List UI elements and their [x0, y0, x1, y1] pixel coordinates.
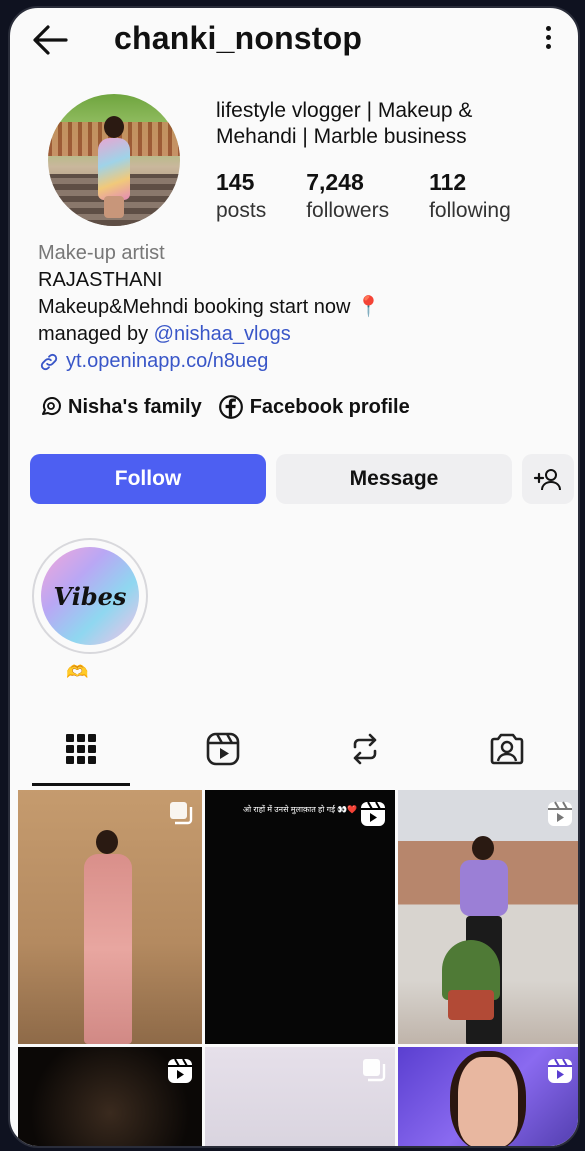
reels-icon [206, 732, 240, 766]
stat-number: 145 [216, 169, 255, 195]
tagged-icon [490, 733, 524, 765]
highlight-cover-text: Vibes [53, 581, 127, 611]
reposts-icon [353, 733, 377, 765]
profile-actions: Follow Message [30, 454, 574, 504]
chip-label: Facebook profile [249, 395, 410, 418]
bio-line: RAJASTHANI [38, 269, 163, 291]
tab-reposts[interactable] [294, 710, 436, 788]
post-thumbnail[interactable] [18, 790, 202, 1044]
highlight-label: 🫶 [66, 662, 89, 682]
profile-avatar[interactable] [48, 94, 180, 226]
stat-label: following [429, 199, 511, 222]
tab-posts[interactable] [10, 710, 152, 788]
message-button[interactable]: Message [276, 454, 512, 504]
post-thumbnail[interactable] [398, 790, 578, 1044]
tab-reels[interactable] [152, 710, 294, 788]
profile-link[interactable]: yt.openinapp.co/n8ueg [38, 348, 381, 375]
post-thumbnail[interactable] [205, 1047, 395, 1146]
profile-bio: Make-up artist RAJASTHANI Makeup&Mehndi … [38, 240, 381, 375]
reel-icon [548, 801, 572, 826]
highlight-cover: Vibes [41, 547, 139, 645]
stat-number: 7,248 [306, 169, 364, 195]
stat-followers[interactable]: 7,248 followers [306, 168, 389, 226]
threads-chip[interactable]: Nisha's family [38, 395, 202, 419]
facebook-chip[interactable]: Facebook profile [218, 394, 410, 420]
reel-icon [548, 1058, 572, 1083]
stat-number: 112 [429, 169, 467, 195]
stat-label: followers [306, 199, 390, 222]
bio-managed-by: managed by @nishaa_vlogs [38, 321, 381, 348]
post-thumbnail[interactable] [398, 1047, 578, 1146]
profile-username: chanki_nonstop [114, 20, 363, 56]
more-options-icon[interactable] [538, 22, 558, 56]
story-highlight[interactable]: Vibes [32, 538, 148, 654]
profile-headline: lifestyle vlogger | Makeup & Mehandi | M… [216, 98, 566, 150]
threads-icon [42, 397, 61, 416]
reel-icon [361, 801, 385, 826]
profile-chips: Nisha's family Facebook profile [38, 394, 426, 420]
link-icon [40, 353, 58, 370]
post-thumbnail[interactable] [18, 1047, 202, 1146]
top-bar: chanki_nonstop [10, 8, 578, 72]
post-caption-overlay: ओ राहों में उनसे मुलाक़ात हो गई 👀❤️ [243, 805, 358, 814]
chip-label: Nisha's family [68, 395, 202, 418]
stat-label: posts [216, 199, 267, 222]
follow-button[interactable]: Follow [30, 454, 266, 504]
post-thumbnail[interactable]: ओ राहों में उनसे मुलाक़ात हो गई 👀❤️ [205, 790, 395, 1044]
bio-line: Makeup&Mehndi booking start now 📍 [38, 296, 381, 318]
managed-by-text: managed by [38, 323, 154, 345]
tab-tagged[interactable] [436, 710, 578, 788]
headline-line: lifestyle vlogger | Makeup & [216, 99, 473, 122]
profile-stats: 145 posts 7,248 followers 112 following [216, 168, 551, 226]
profile-tabs [10, 710, 578, 788]
stat-posts[interactable]: 145 posts [216, 168, 266, 226]
back-arrow-icon[interactable] [30, 22, 70, 58]
headline-line: Mehandi | Marble business [216, 125, 467, 148]
managed-by-mention[interactable]: @nishaa_vlogs [154, 323, 291, 345]
posts-grid: ओ राहों में उनसे मुलाक़ात हो गई 👀❤️ [18, 790, 578, 1146]
profile-link-text: yt.openinapp.co/n8ueg [66, 350, 269, 372]
profile-category: Make-up artist [38, 242, 165, 264]
reel-icon [168, 1058, 192, 1083]
grid-icon [66, 734, 96, 764]
add-user-button[interactable] [522, 454, 574, 504]
carousel-icon [363, 1059, 386, 1082]
carousel-icon [170, 802, 193, 825]
facebook-icon [218, 395, 243, 419]
add-user-icon [533, 469, 561, 491]
stat-following[interactable]: 112 following [429, 168, 511, 226]
profile-screen: chanki_nonstop lifestyle vlogger | Makeu… [8, 6, 580, 1148]
